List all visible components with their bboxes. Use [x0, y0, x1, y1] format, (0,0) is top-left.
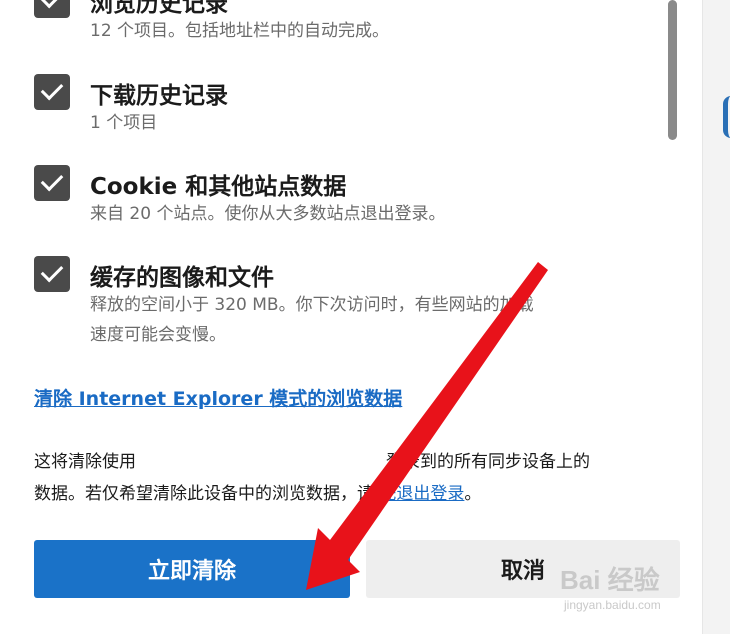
checkbox-checked-icon[interactable]: [34, 256, 70, 292]
checkbox-checked-icon[interactable]: [34, 165, 70, 201]
checkbox-checked-icon[interactable]: [34, 74, 70, 110]
info-line2-end: 。: [464, 484, 482, 504]
option-title: 下载历史记录: [90, 83, 228, 109]
option-title: 缓存的图像和文件: [90, 265, 274, 291]
scrollbar-thumb[interactable]: [668, 0, 677, 140]
info-line1-start: 这将清除使用: [34, 452, 136, 472]
option-description: 来自 20 个站点。使你从大多数站点退出登录。: [90, 204, 446, 224]
clear-now-button[interactable]: 立即清除: [34, 540, 350, 598]
option-description: 12 个项目。包括地址栏中的自动完成。: [90, 21, 390, 41]
sync-info-text: 这将清除使用 登录到的所有同步设备上的 数据。若仅希望清除此设备中的浏览数据，请 …: [34, 446, 684, 510]
option-description-line1: 释放的空间小于 320 MB。你下次访问时，有些网站的加载: [90, 295, 534, 315]
info-line1-end: 登录到的所有同步设备上的: [386, 452, 590, 472]
option-title: Cookie 和其他站点数据: [90, 174, 347, 200]
watermark-url: jingyan.baidu.com: [564, 598, 661, 612]
background-accent: [723, 96, 730, 138]
clear-ie-mode-data-link[interactable]: 清除 Internet Explorer 模式的浏览数据: [34, 384, 402, 411]
scrollbar[interactable]: [664, 0, 682, 150]
baidu-jingyan-watermark: Bai 经验 jingyan.baidu.com: [560, 560, 710, 620]
clear-browsing-data-dialog: 浏览历史记录 12 个项目。包括地址栏中的自动完成。 下载历史记录 1 个项目 …: [0, 0, 702, 634]
option-description-line2: 速度可能会变慢。: [90, 325, 226, 345]
checkbox-checked-icon[interactable]: [34, 0, 70, 18]
info-line2-start: 数据。若仅希望清除此设备中的浏览数据，请: [34, 484, 380, 504]
sign-out-link[interactable]: 先退出登录: [379, 484, 464, 504]
background-page-edge: [702, 0, 730, 634]
watermark-logo: Bai 经验: [560, 565, 660, 595]
option-description: 1 个项目: [90, 113, 158, 133]
